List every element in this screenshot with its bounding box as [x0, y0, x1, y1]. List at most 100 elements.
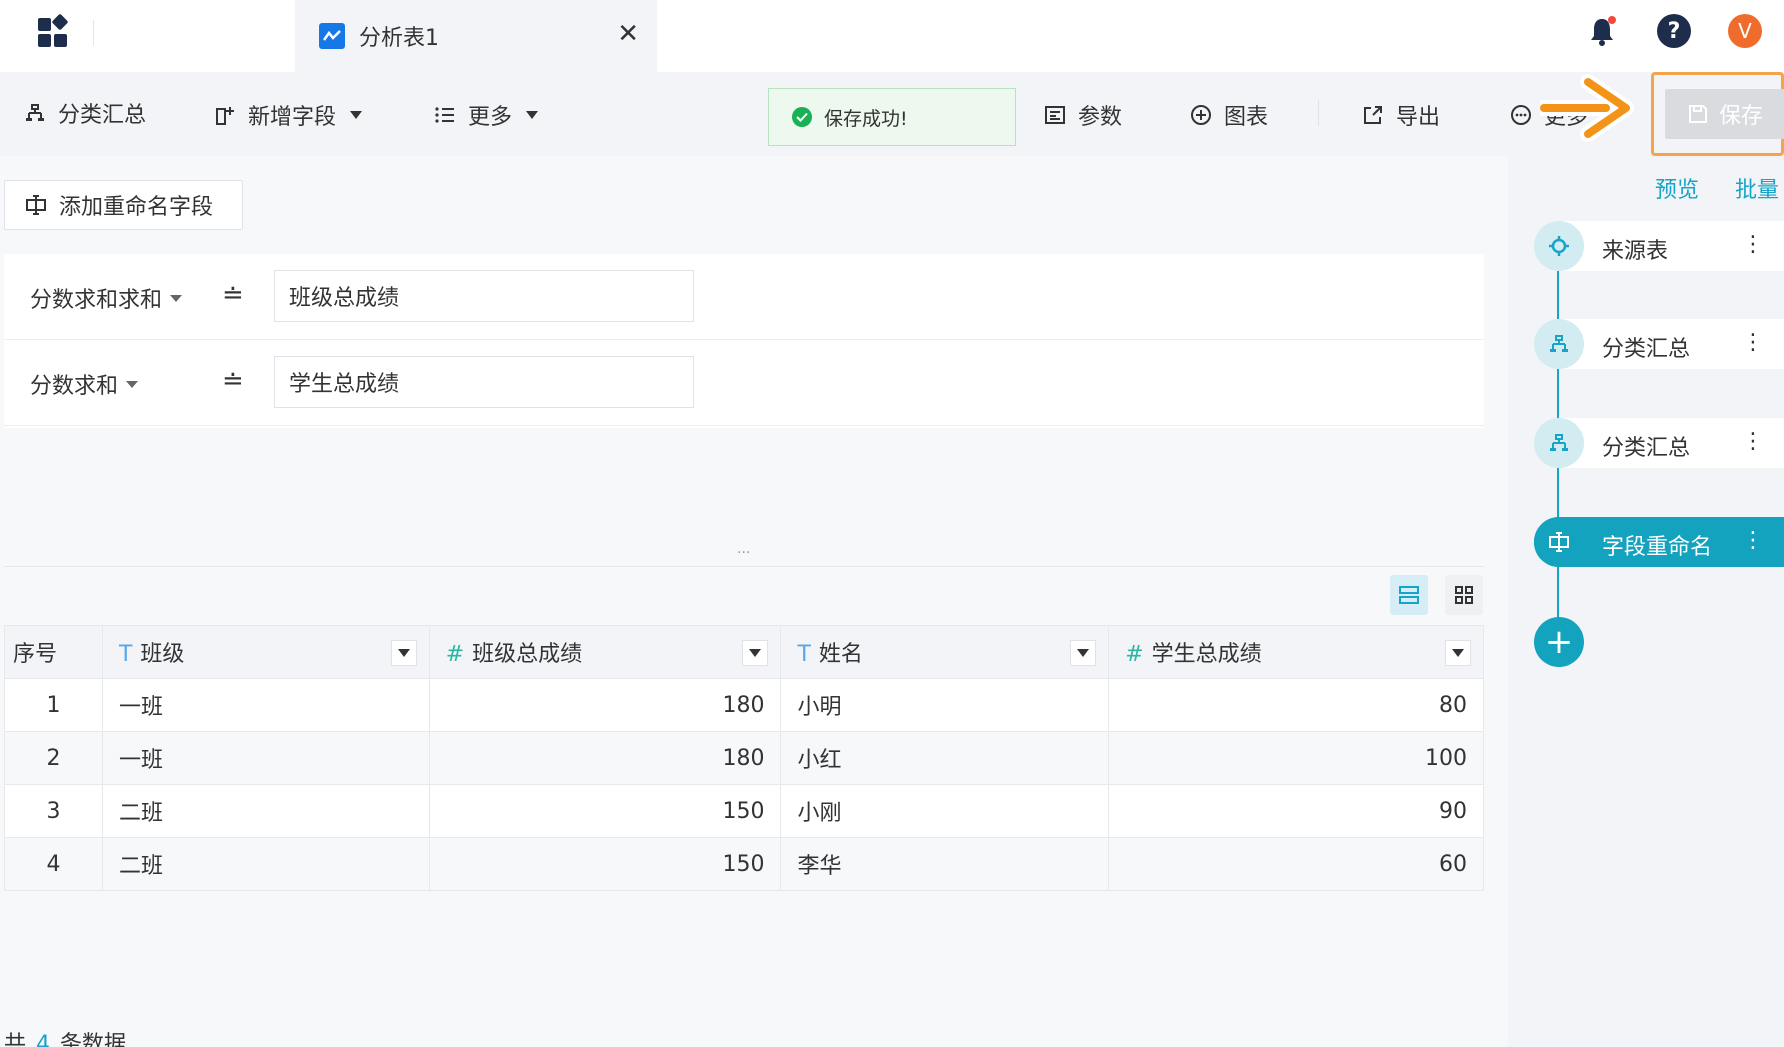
grid-view-button[interactable] [1445, 575, 1483, 615]
resize-handle[interactable]: ··· [737, 545, 750, 561]
flow-node-group-summary[interactable]: 分类汇总 ⋮ [1534, 319, 1784, 369]
params-button[interactable]: 参数 [1042, 100, 1122, 130]
table-cell: 小红 [780, 731, 1110, 785]
column-header[interactable]: # 学生总成绩 [1108, 625, 1484, 679]
row-index: 3 [4, 784, 103, 838]
preview-link[interactable]: 预览 [1655, 172, 1699, 204]
column-header[interactable]: T 姓名 [780, 625, 1110, 679]
source-field-select[interactable]: 分数求和 [30, 368, 139, 400]
source-field-label: 分数求和求和 [30, 288, 163, 313]
target-name-input[interactable] [274, 356, 694, 408]
hierarchy-icon [1534, 319, 1584, 369]
tab-analysis-sheet[interactable]: 分析表1 ✕ [295, 0, 657, 72]
more-label: 更多 [468, 105, 513, 130]
table-cell: 180 [428, 731, 782, 785]
rename-field-icon [1534, 517, 1584, 567]
column-menu-button[interactable] [742, 640, 769, 666]
table-cell: 小明 [780, 678, 1110, 732]
divider [1318, 100, 1319, 126]
check-circle-icon [792, 107, 812, 127]
count-value: 4 [36, 1032, 51, 1047]
save-label: 保存 [1718, 104, 1763, 129]
group-summary-button[interactable]: 分类汇总 [22, 98, 146, 128]
chevron-down-icon [749, 649, 762, 657]
record-count: 共 4 条数据 [4, 1026, 126, 1047]
more-vertical-icon[interactable]: ⋮ [1742, 231, 1764, 259]
avatar[interactable]: V [1728, 14, 1762, 48]
save-button[interactable]: 保存 [1665, 89, 1784, 139]
tab-title: 分析表1 [359, 26, 439, 51]
add-step-button[interactable]: + [1534, 617, 1584, 667]
flow-node-group-summary[interactable]: 分类汇总 ⋮ [1534, 418, 1784, 468]
chevron-down-icon [350, 111, 363, 119]
column-menu-button[interactable] [390, 640, 417, 666]
list-view-button[interactable] [1390, 575, 1428, 615]
column-name: 班级总成绩 [472, 642, 583, 667]
column-header[interactable]: # 班级总成绩 [428, 625, 782, 679]
list-icon [432, 102, 458, 128]
chart-button[interactable]: 图表 [1188, 100, 1268, 130]
more-vertical-icon[interactable]: ⋮ [1742, 428, 1764, 456]
index-header: 序号 [4, 625, 103, 679]
table-cell: 一班 [101, 731, 430, 785]
more-vertical-icon[interactable]: ⋮ [1742, 329, 1764, 357]
text-type-icon: T [797, 642, 811, 667]
target-name-input[interactable] [274, 270, 694, 322]
chevron-down-icon [170, 294, 183, 302]
params-label: 参数 [1078, 105, 1123, 130]
flow-panel [1508, 156, 1784, 1047]
top-bar: 分析表1 ✕ ? V [0, 0, 1784, 72]
batch-link[interactable]: 批量 [1735, 172, 1779, 204]
grid-view-icon [1455, 586, 1473, 604]
table-cell: 80 [1108, 678, 1484, 732]
list-view-icon [1399, 586, 1419, 604]
table-cell: 150 [428, 784, 782, 838]
hierarchy-icon [22, 100, 48, 126]
chevron-down-icon [526, 111, 539, 119]
success-toast: 保存成功! [768, 88, 1016, 146]
add-rename-field-button[interactable]: 添加重命名字段 [4, 180, 243, 230]
bell-icon[interactable] [1585, 14, 1619, 48]
save-icon [1688, 105, 1707, 123]
export-button[interactable]: 导出 [1360, 100, 1440, 130]
source-field-label: 分数求和 [30, 374, 119, 399]
apps-grid-icon[interactable] [36, 13, 72, 50]
node-label: 分类汇总 [1602, 337, 1691, 362]
table-cell: 小刚 [780, 784, 1110, 838]
close-icon[interactable]: ✕ [617, 20, 639, 48]
source-field-select[interactable]: 分数求和求和 [30, 282, 183, 314]
number-type-icon: # [445, 642, 465, 667]
flow-node-source-table[interactable]: 来源表 ⋮ [1534, 221, 1784, 271]
count-prefix: 共 [4, 1032, 27, 1047]
column-menu-button[interactable] [1445, 640, 1471, 666]
notification-dot [1608, 16, 1616, 24]
toast-message: 保存成功! [824, 107, 908, 130]
table-row: 2 一班 180 小红 100 [4, 731, 1484, 785]
crosshair-icon [1534, 221, 1584, 271]
node-label: 来源表 [1602, 239, 1669, 264]
plus-icon: + [1544, 622, 1574, 662]
plus-circle-icon [1188, 102, 1214, 128]
table-row: 4 二班 150 李华 60 [4, 837, 1484, 891]
column-name: 学生总成绩 [1151, 642, 1262, 667]
column-name: 姓名 [818, 642, 863, 667]
table-header-row: 序号 T 班级 # 班级总成绩 T 姓名 # 学生总成绩 [4, 625, 1484, 679]
chevron-down-icon [1452, 649, 1464, 657]
hierarchy-icon [1534, 418, 1584, 468]
table-cell: 二班 [101, 837, 430, 891]
more-menu-button[interactable]: 更多 [432, 100, 539, 130]
add-rename-label: 添加重命名字段 [59, 195, 214, 220]
column-header[interactable]: T 班级 [101, 625, 430, 679]
more-vertical-icon[interactable]: ⋮ [1742, 527, 1764, 555]
node-label: 分类汇总 [1602, 436, 1691, 461]
column-menu-button[interactable] [1070, 640, 1097, 666]
rename-arrow-icon: ≐ [222, 280, 244, 310]
add-field-button[interactable]: 新增字段 [212, 100, 363, 130]
rename-field-icon [23, 192, 49, 218]
group-summary-label: 分类汇总 [58, 103, 147, 128]
table-cell: 180 [428, 678, 782, 732]
flow-node-field-rename[interactable]: 字段重命名 ⋮ [1534, 517, 1784, 567]
help-icon[interactable]: ? [1657, 14, 1691, 48]
text-type-icon: T [118, 642, 133, 667]
chart-label: 图表 [1224, 105, 1269, 130]
